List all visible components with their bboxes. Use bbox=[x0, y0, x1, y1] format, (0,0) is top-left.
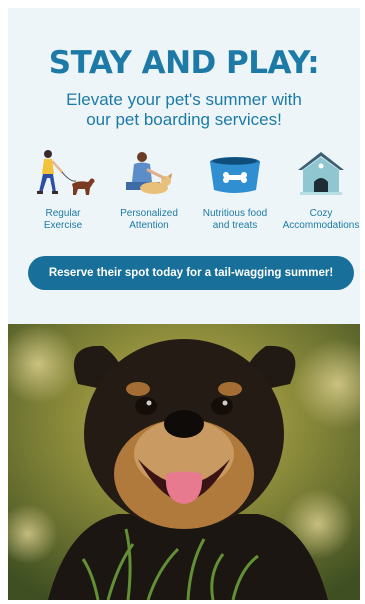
feature-cozy-accommodations: Cozy Accommodations bbox=[278, 148, 360, 243]
feature-label: Nutritious food and treats bbox=[188, 208, 282, 232]
feature-label-line-1: Personalized bbox=[120, 208, 178, 219]
feature-label-line-2: Accommodations bbox=[282, 220, 360, 231]
walking-dog-icon bbox=[20, 148, 106, 200]
headline: STAY AND PLAY: bbox=[48, 45, 320, 81]
feature-label-line-2: Attention bbox=[129, 220, 169, 231]
feature-label-line-2: Exercise bbox=[43, 220, 83, 231]
reserve-spot-button[interactable]: Reserve their spot today for a tail-wagg… bbox=[28, 256, 354, 290]
promo-header: STAY AND PLAY: Elevate your pet's summer… bbox=[8, 8, 360, 324]
feature-label-line-1: Nutritious food bbox=[202, 208, 268, 219]
feature-label: Regular Exercise bbox=[16, 208, 110, 232]
person-petting-dog-icon bbox=[106, 148, 192, 200]
feature-nutritious-food: Nutritious food and treats bbox=[192, 148, 278, 243]
dog-bowl-icon bbox=[192, 148, 278, 200]
feature-label: Personalized Attention bbox=[102, 208, 196, 232]
dog-photo bbox=[8, 324, 360, 600]
subheadline-line-2: our pet boarding services! bbox=[86, 110, 282, 129]
feature-label-line-2: and treats bbox=[212, 220, 258, 231]
smiling-dog-image bbox=[8, 324, 360, 600]
subheadline-line-1: Elevate your pet's summer with bbox=[66, 90, 302, 109]
feature-regular-exercise: Regular Exercise bbox=[20, 148, 106, 243]
promo-card: STAY AND PLAY: Elevate your pet's summer… bbox=[8, 8, 360, 600]
feature-label-line-1: Regular bbox=[45, 208, 81, 219]
subheadline: Elevate your pet's summer with our pet b… bbox=[8, 90, 360, 130]
feature-label-line-1: Cozy bbox=[309, 208, 333, 219]
feature-personalized-attention: Personalized Attention bbox=[106, 148, 192, 243]
feature-list: Regular Exercise Personalized Attention … bbox=[16, 148, 360, 243]
dog-house-icon bbox=[278, 148, 360, 200]
feature-label: Cozy Accommodations bbox=[274, 208, 360, 232]
